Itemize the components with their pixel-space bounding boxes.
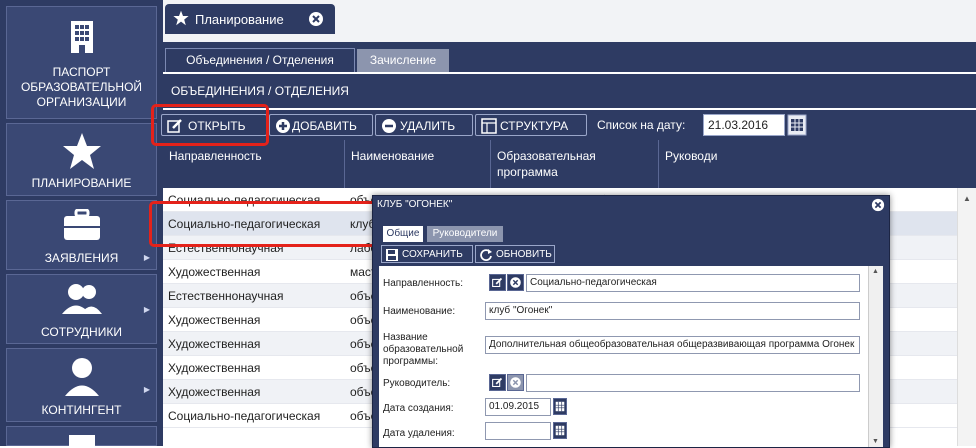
created-date-field[interactable]: 01.09.2015 — [485, 398, 551, 416]
date-input[interactable]: 21.03.2016 — [703, 114, 785, 136]
structure-button[interactable]: СТРУКТУРА — [475, 114, 587, 136]
name-label: Наименование: — [383, 306, 456, 317]
close-icon[interactable] — [871, 198, 885, 212]
save-button-label: СОХРАНИТЬ — [402, 249, 463, 260]
tab-associations[interactable]: Объединения / Отделения — [165, 48, 355, 72]
clear-icon[interactable] — [507, 374, 524, 391]
dialog-scrollbar[interactable]: ▲ ▼ — [868, 266, 883, 447]
sidebar-item-passport[interactable]: ПАСПОРТ ОБРАЗОВАТЕЛЬНОЙ ОРГАНИЗАЦИИ — [6, 6, 157, 119]
cell-direction: Художественная — [168, 265, 261, 279]
scroll-up-icon[interactable]: ▲ — [872, 268, 879, 275]
star-icon — [62, 133, 101, 169]
tab-heads[interactable]: Руководители — [427, 226, 503, 242]
dialog-form: Направленность: Социально-педагогическая… — [379, 266, 869, 447]
add-button[interactable]: ДОБАВИТЬ — [269, 114, 373, 136]
sidebar-item-label: СОТРУДНИКИ — [41, 325, 122, 339]
sidebar-item-more[interactable] — [6, 426, 157, 447]
sidebar-item-planning[interactable]: ПЛАНИРОВАНИЕ — [6, 123, 157, 196]
save-button[interactable]: СОХРАНИТЬ — [381, 245, 473, 263]
cell-direction: Социально-педагогическая — [168, 409, 321, 423]
briefcase-icon — [63, 209, 100, 240]
clear-icon[interactable] — [507, 274, 524, 291]
column-header-direction[interactable]: Направленность — [163, 140, 345, 188]
edit-icon[interactable] — [489, 274, 506, 291]
cell-direction: Естественнонаучная — [168, 289, 284, 303]
dialog-tabs: Общие Руководители — [379, 222, 883, 242]
delete-button[interactable]: УДАЛИТЬ — [375, 114, 473, 136]
program-label: Название образовательной программы: — [383, 332, 464, 367]
head-label: Руководитель: — [383, 378, 451, 389]
tabs-row: Объединения / Отделения Зачисление — [163, 42, 976, 72]
tab-enrollment[interactable]: Зачисление — [357, 49, 449, 72]
document-tabs-strip: Планирование — [163, 0, 976, 42]
minus-circle-icon — [382, 119, 396, 133]
grid-scrollbar[interactable]: ▲ — [957, 188, 976, 446]
name-field[interactable]: клуб "Огонек" — [485, 302, 860, 320]
sidebar-item-applications[interactable]: ▶ ЗАЯВЛЕНИЯ — [6, 200, 157, 270]
grid-header: Направленность Наименование Образователь… — [163, 140, 976, 188]
toolbar: ОТКРЫТЬ ДОБАВИТЬ УДАЛИТЬ СТРУКТУРА Списо… — [161, 110, 976, 140]
sidebar-item-label: ПАСПОРТ ОБРАЗОВАТЕЛЬНОЙ ОРГАНИЗАЦИИ — [20, 65, 143, 109]
club-dialog: КЛУБ "ОГОНЕК" Общие Руководители СОХРАНИ… — [372, 195, 890, 448]
date-label: Список на дату: — [597, 118, 686, 132]
program-field[interactable]: Дополнительная общеобразовательная общер… — [485, 336, 860, 354]
calendar-icon[interactable] — [553, 398, 567, 415]
close-icon[interactable] — [308, 11, 324, 27]
direction-field[interactable]: Социально-педагогическая — [526, 274, 860, 292]
dialog-body: Общие Руководители СОХРАНИТЬ ОБНОВИТЬ На… — [379, 222, 883, 447]
building-icon — [70, 21, 93, 53]
folder-icon — [68, 435, 95, 447]
chevron-right-icon: ▶ — [143, 385, 150, 394]
open-button-highlight — [151, 104, 269, 146]
cell-direction: Художественная — [168, 337, 261, 351]
deleted-label: Дата удаления: — [383, 428, 455, 439]
tab-general[interactable]: Общие — [383, 226, 423, 242]
cell-direction: Художественная — [168, 385, 261, 399]
table-icon — [481, 118, 497, 134]
plus-circle-icon — [276, 119, 290, 133]
refresh-icon — [480, 249, 492, 261]
refresh-button[interactable]: ОБНОВИТЬ — [475, 245, 555, 263]
edit-icon[interactable] — [489, 374, 506, 391]
cell-direction: Художественная — [168, 361, 261, 375]
scroll-down-icon[interactable]: ▼ — [872, 438, 879, 445]
cell-direction: Художественная — [168, 313, 261, 327]
dialog-toolbar: СОХРАНИТЬ ОБНОВИТЬ — [379, 242, 883, 266]
sidebar-item-label: ЗАЯВЛЕНИЯ — [44, 251, 119, 265]
chevron-right-icon: ▶ — [143, 305, 150, 314]
section-title: ОБЪЕДИНЕНИЯ / ОТДЕЛЕНИЯ — [163, 74, 976, 108]
structure-button-label: СТРУКТУРА — [500, 119, 569, 133]
column-header-name[interactable]: Наименование — [345, 140, 491, 188]
dialog-title: КЛУБ "ОГОНЕК" — [377, 199, 453, 210]
person-icon — [64, 358, 99, 396]
sidebar-item-staff[interactable]: ▶ СОТРУДНИКИ — [6, 274, 157, 344]
calendar-icon[interactable] — [553, 422, 567, 439]
sidebar-item-label: ПЛАНИРОВАНИЕ — [31, 176, 132, 190]
sidebar-item-label: КОНТИНГЕНТ — [41, 403, 122, 417]
delete-button-label: УДАЛИТЬ — [400, 119, 456, 133]
direction-label: Направленность: — [383, 278, 463, 289]
save-icon — [386, 249, 398, 261]
doc-tab-label: Планирование — [195, 12, 284, 27]
deleted-date-field[interactable] — [485, 422, 551, 440]
selected-row-highlight — [149, 201, 379, 247]
scroll-up-icon[interactable]: ▲ — [963, 194, 971, 203]
created-label: Дата создания: — [383, 403, 454, 414]
doc-tab-planning[interactable]: Планирование — [165, 4, 335, 34]
column-header-program[interactable]: Образовательная программа — [491, 140, 659, 188]
sidebar-item-contingent[interactable]: ▶ КОНТИНГЕНТ — [6, 348, 157, 422]
calendar-icon[interactable] — [787, 114, 807, 136]
refresh-button-label: ОБНОВИТЬ — [496, 249, 552, 260]
users-icon — [61, 284, 102, 314]
star-icon — [173, 10, 189, 26]
sidebar: ПАСПОРТ ОБРАЗОВАТЕЛЬНОЙ ОРГАНИЗАЦИИ ПЛАН… — [0, 0, 163, 447]
add-button-label: ДОБАВИТЬ — [292, 119, 357, 133]
head-field[interactable] — [526, 374, 860, 392]
column-header-head[interactable]: Руководи — [659, 140, 735, 188]
